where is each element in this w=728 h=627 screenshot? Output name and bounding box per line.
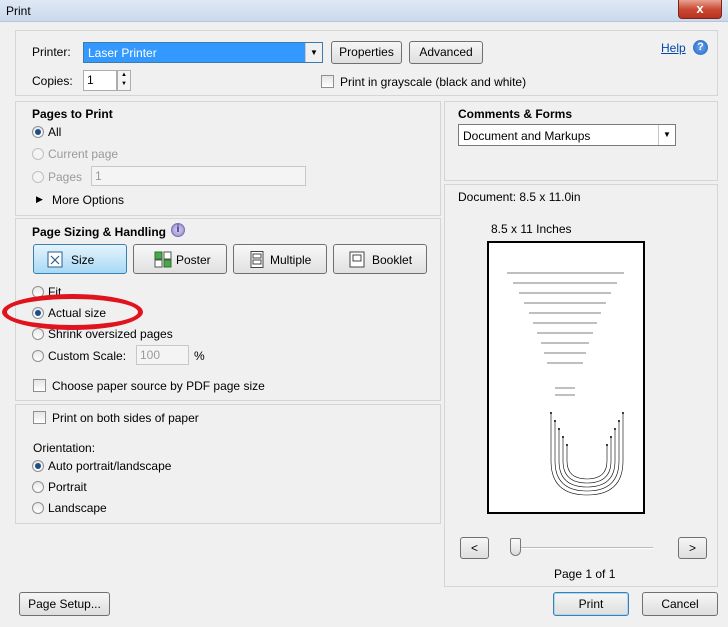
printer-label: Printer: [32, 45, 71, 59]
poster-button[interactable]: Poster [133, 244, 227, 274]
size-icon [47, 251, 63, 268]
custom-scale-label: Custom Scale: [48, 349, 127, 363]
both-sides-label: Print on both sides of paper [52, 411, 199, 425]
comments-forms-select[interactable]: Document and Markups ▼ [458, 124, 676, 146]
comments-forms-heading: Comments & Forms [458, 107, 573, 121]
percent-label: % [194, 349, 205, 363]
page-slider-thumb[interactable] [510, 538, 521, 556]
previous-page-button[interactable]: < [460, 537, 489, 559]
size-button[interactable]: Size [33, 244, 127, 274]
printer-select[interactable]: Laser Printer ▼ [83, 42, 323, 63]
page-setup-button[interactable]: Page Setup... [19, 592, 110, 616]
all-pages-label: All [48, 125, 62, 139]
multiple-button[interactable]: Multiple [233, 244, 327, 274]
cancel-button[interactable]: Cancel [642, 592, 718, 616]
paper-source-checkbox[interactable] [33, 379, 46, 392]
pages-range-label: Pages [48, 170, 83, 184]
size-label: Size [71, 253, 95, 267]
orientation-label: Orientation: [33, 441, 96, 455]
help-link[interactable]: Help [661, 41, 686, 55]
highlight-annotation [2, 294, 143, 330]
grayscale-checkbox[interactable] [321, 75, 334, 88]
comments-forms-value: Document and Markups [463, 129, 591, 143]
grayscale-label: Print in grayscale (black and white) [340, 75, 527, 89]
chevron-down-icon[interactable]: ▼ [305, 43, 322, 62]
landscape-radio[interactable] [32, 502, 44, 514]
poster-icon [154, 251, 172, 268]
help-icon[interactable]: ? [693, 40, 708, 55]
info-icon[interactable]: i [171, 223, 185, 237]
custom-scale-input[interactable]: 100 [136, 345, 189, 365]
page-sizing-heading: Page Sizing & Handling [32, 225, 167, 239]
title-bar: Print x [0, 0, 728, 22]
more-options-toggle[interactable]: More Options [52, 193, 124, 207]
document-preview-image [507, 272, 624, 496]
shrink-oversized-radio[interactable] [32, 328, 44, 340]
close-button[interactable]: x [678, 0, 722, 19]
window-title: Print [6, 4, 31, 18]
page-preview [487, 241, 645, 514]
both-sides-checkbox[interactable] [33, 411, 46, 424]
multiple-pages-icon [250, 251, 264, 268]
document-size: Document: 8.5 x 11.0in [458, 190, 581, 204]
preview-panel: Document: 8.5 x 11.0in 8.5 x 11 Inches <… [444, 184, 718, 587]
pages-to-print-heading: Pages to Print [32, 107, 113, 121]
advanced-button[interactable]: Advanced [409, 41, 483, 64]
pages-range-input[interactable]: 1 [91, 166, 306, 186]
print-button[interactable]: Print [553, 592, 629, 616]
properties-button[interactable]: Properties [331, 41, 402, 64]
portrait-radio[interactable] [32, 481, 44, 493]
expand-arrow-icon[interactable]: ▶ [36, 194, 43, 205]
portrait-label: Portrait [48, 480, 87, 494]
printer-value: Laser Printer [88, 46, 157, 60]
copies-input[interactable]: 1 [83, 70, 117, 91]
current-page-label: Current page [48, 147, 119, 161]
pages-range-radio[interactable] [32, 171, 44, 183]
booklet-icon [349, 251, 365, 268]
page-status: Page 1 of 1 [554, 567, 616, 581]
orientation-panel: Print on both sides of paper Orientation… [15, 404, 441, 524]
poster-label: Poster [176, 253, 211, 267]
chevron-down-icon[interactable]: ▼ [658, 125, 675, 145]
booklet-label: Booklet [372, 253, 413, 267]
print-dialog: Print x Printer: Laser Printer ▼ Propert… [0, 0, 728, 627]
multiple-label: Multiple [270, 253, 312, 267]
booklet-button[interactable]: Booklet [333, 244, 427, 274]
page-slider-track[interactable] [517, 547, 653, 549]
current-page-radio[interactable] [32, 148, 44, 160]
next-page-button[interactable]: > [678, 537, 707, 559]
all-pages-radio[interactable] [32, 126, 44, 138]
copies-stepper[interactable]: ▲ ▼ [117, 70, 131, 91]
copies-label: Copies: [32, 74, 73, 88]
landscape-label: Landscape [48, 501, 107, 515]
paper-source-label: Choose paper source by PDF page size [52, 379, 265, 393]
comments-forms-panel: Comments & Forms Document and Markups ▼ [444, 101, 718, 181]
auto-orientation-label: Auto portrait/landscape [48, 459, 172, 473]
page-size-label: 8.5 x 11 Inches [491, 222, 572, 236]
printer-panel: Printer: Laser Printer ▼ Properties Adva… [15, 30, 718, 96]
pages-to-print-panel: Pages to Print All Current page Pages 1 … [15, 101, 441, 216]
custom-scale-radio[interactable] [32, 350, 44, 362]
auto-orientation-radio[interactable] [32, 460, 44, 472]
